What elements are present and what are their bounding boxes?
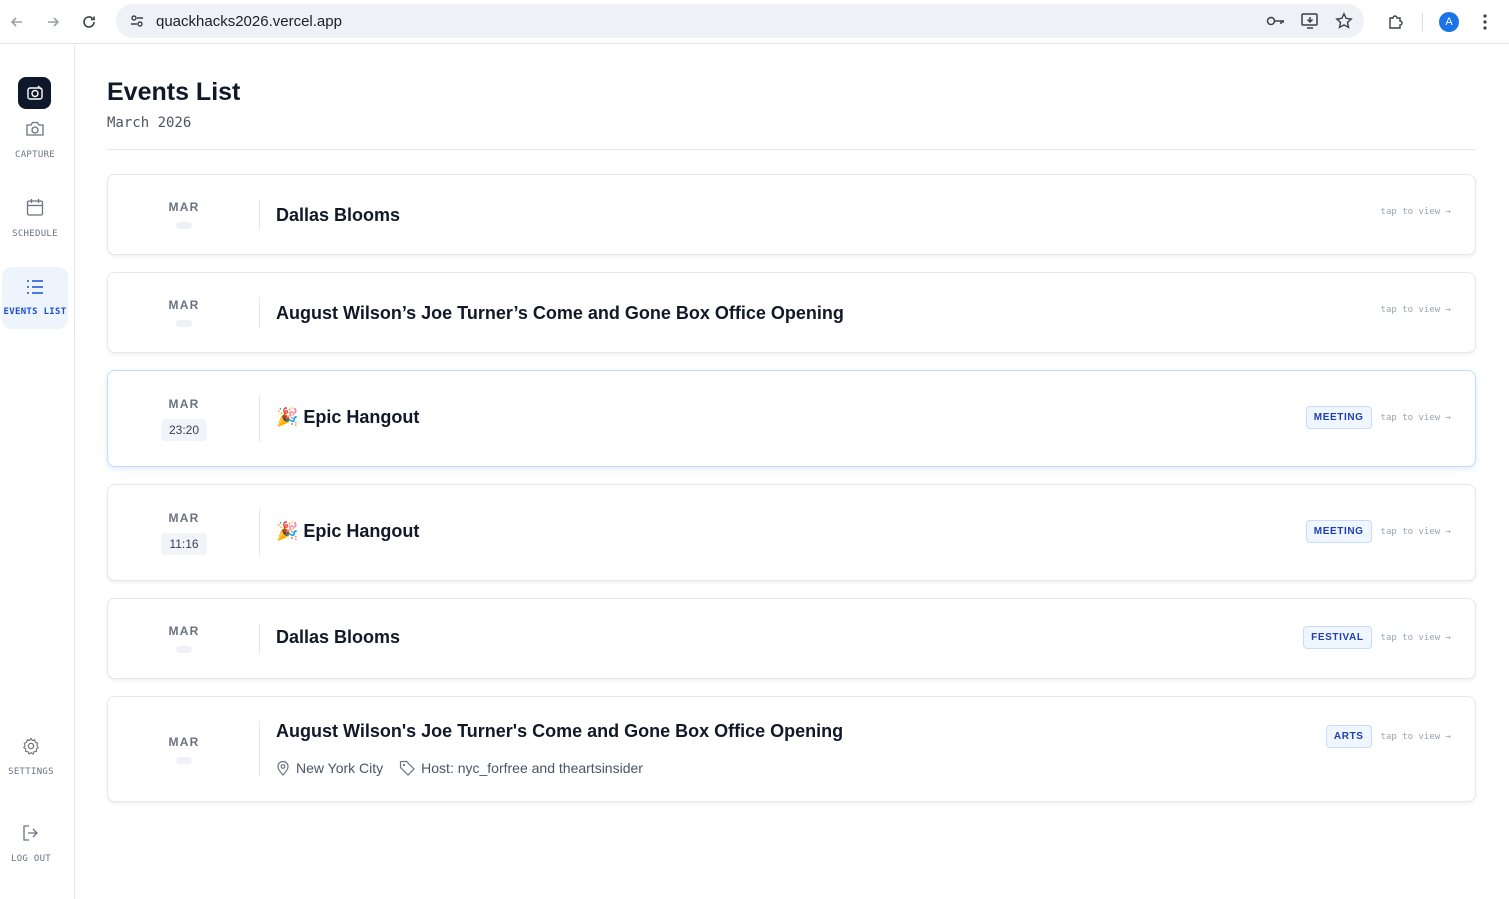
sidebar-item-label: CAPTURE	[14, 150, 56, 160]
list-icon	[26, 279, 44, 300]
password-key-icon[interactable]	[1266, 11, 1286, 31]
sidebar-item-logout[interactable]: LOG OUT	[0, 824, 62, 869]
event-location-text: New York City	[296, 760, 384, 776]
event-category-badge: FESTIVAL	[1303, 626, 1372, 649]
tap-to-view-hint: tap to view →	[1380, 305, 1451, 315]
event-time-placeholder	[176, 756, 192, 764]
gear-icon	[22, 737, 40, 760]
event-host-text: Host: nyc_forfree and theartsinsider	[421, 760, 643, 776]
event-card[interactable]: MAR 11:16 🎉 Epic Hangout MEETING tap to …	[107, 484, 1476, 581]
event-time: 11:16	[161, 532, 207, 555]
sidebar-item-settings[interactable]: SETTINGS	[0, 737, 62, 782]
event-date: MAR	[108, 599, 260, 678]
event-card[interactable]: MAR August Wilson’s Joe Turner’s Come an…	[107, 272, 1476, 353]
event-category-badge: MEETING	[1305, 520, 1372, 543]
tap-to-view-hint: tap to view →	[1380, 526, 1451, 537]
sidebar-item-label: SCHEDULE	[12, 229, 58, 239]
event-date: MAR	[108, 175, 260, 254]
map-pin-icon	[277, 760, 289, 776]
extensions-icon[interactable]	[1386, 12, 1406, 32]
sidebar-item-label: SETTINGS	[8, 767, 54, 777]
browser-toolbar: quackhacks2026.vercel.app A	[0, 0, 1509, 44]
install-app-icon[interactable]	[1300, 11, 1320, 31]
event-date: MAR	[108, 697, 260, 801]
event-category-badge: MEETING	[1305, 406, 1372, 429]
url-text: quackhacks2026.vercel.app	[156, 12, 342, 30]
event-month: MAR	[168, 734, 200, 749]
event-title: 🎉 Epic Hangout	[276, 407, 420, 427]
event-month: MAR	[168, 510, 200, 525]
more-menu-icon[interactable]	[1475, 12, 1495, 32]
header-divider	[107, 149, 1476, 150]
tap-to-view-hint: tap to view →	[1380, 731, 1451, 742]
event-title: August Wilson’s Joe Turner’s Come and Go…	[276, 303, 844, 323]
back-icon[interactable]	[5, 10, 29, 34]
sidebar-item-events-list[interactable]: EVENTS LIST	[2, 267, 68, 329]
tap-to-view-hint: tap to view →	[1380, 207, 1451, 217]
app-logo[interactable]	[18, 77, 51, 109]
event-month: MAR	[168, 396, 200, 411]
event-month: MAR	[168, 298, 200, 312]
bookmark-star-icon[interactable]	[1334, 11, 1354, 31]
event-time-placeholder	[176, 222, 192, 229]
sidebar-item-schedule[interactable]: SCHEDULE	[2, 198, 68, 243]
site-settings-icon[interactable]	[128, 12, 146, 30]
logout-icon	[22, 824, 40, 847]
sidebar-item-label: EVENTS LIST	[3, 307, 67, 317]
page-subtitle: March 2026	[107, 115, 192, 131]
event-time: 23:20	[160, 418, 208, 441]
calendar-icon	[26, 198, 44, 222]
event-date: MAR	[108, 273, 260, 352]
event-date: MAR 23:20	[108, 371, 260, 466]
tag-icon	[400, 760, 416, 776]
event-month: MAR	[168, 200, 200, 214]
event-month: MAR	[168, 624, 200, 638]
event-meta: New York City Host: nyc_forfree and thea…	[276, 760, 659, 776]
event-title: Dallas Blooms	[276, 205, 401, 225]
event-card[interactable]: MAR Dallas Blooms tap to view →	[107, 174, 1476, 255]
event-card[interactable]: MAR Dallas Blooms FESTIVAL tap to view →	[107, 598, 1476, 679]
event-title: 🎉 Epic Hangout	[276, 521, 420, 541]
toolbar-separator	[1422, 13, 1423, 31]
event-host: Host: nyc_forfree and theartsinsider	[399, 760, 643, 776]
sidebar-item-capture[interactable]: CAPTURE	[2, 120, 68, 165]
event-card[interactable]: MAR August Wilson's Joe Turner's Come an…	[107, 696, 1476, 802]
page-title: Events List	[107, 78, 241, 106]
address-bar[interactable]: quackhacks2026.vercel.app	[116, 4, 1364, 38]
event-category-badge: ARTS	[1325, 725, 1372, 748]
forward-icon[interactable]	[41, 10, 65, 34]
event-card[interactable]: MAR 23:20 🎉 Epic Hangout MEETING tap to …	[107, 370, 1476, 467]
tap-to-view-hint: tap to view →	[1380, 412, 1451, 423]
event-title: Dallas Blooms	[276, 627, 401, 647]
event-title: August Wilson's Joe Turner's Come and Go…	[276, 721, 844, 741]
event-location: New York City	[276, 760, 383, 776]
sidebar-item-label: LOG OUT	[10, 854, 52, 864]
profile-avatar[interactable]: A	[1439, 12, 1459, 32]
tap-to-view-hint: tap to view →	[1380, 632, 1451, 643]
event-time-placeholder	[176, 646, 192, 653]
event-date: MAR 11:16	[108, 485, 260, 580]
sidebar: CAPTURE SCHEDULE EVENTS LIST SETTINGS LO…	[0, 45, 75, 899]
logo-icon	[26, 85, 43, 100]
camera-icon	[25, 120, 45, 143]
reload-icon[interactable]	[77, 10, 101, 34]
event-time-placeholder	[176, 320, 192, 327]
